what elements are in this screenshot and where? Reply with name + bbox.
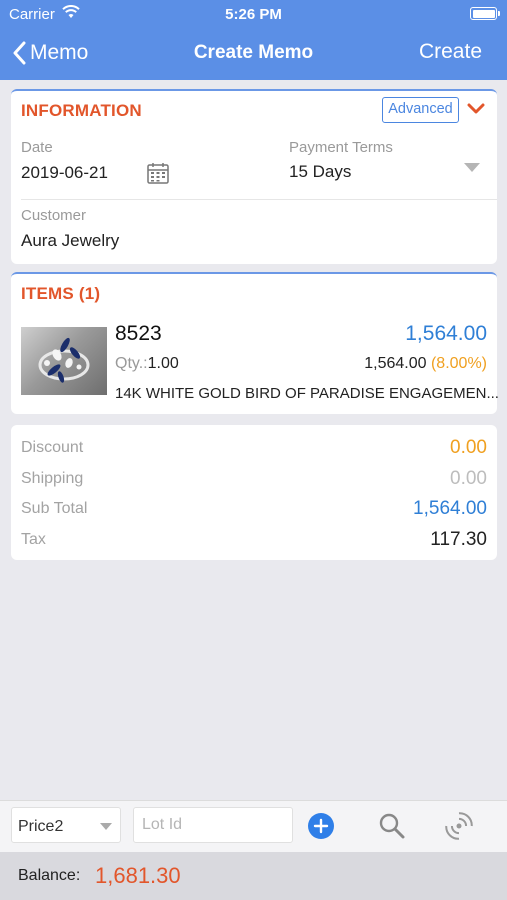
- nav-bar: Memo Create Memo Create: [0, 28, 507, 78]
- item-qty: Qty.:1.00: [115, 355, 179, 373]
- status-bar: Carrier 5:26 PM: [0, 0, 507, 28]
- information-card: INFORMATION Advanced Date 2019-06-21 Pay…: [11, 89, 497, 264]
- information-title: INFORMATION: [21, 101, 142, 120]
- bottom-toolbar: Price2: [0, 800, 507, 852]
- item-unit-price: 1,564.00: [364, 355, 427, 372]
- list-item[interactable]: 8523 1,564.00 Qty.:1.00 1,564.00 (8.00%)…: [11, 314, 499, 414]
- clock: 5:26 PM: [225, 6, 282, 23]
- search-button[interactable]: [377, 811, 407, 841]
- balance-label: Balance:: [18, 867, 81, 884]
- qty-value: 1.00: [147, 355, 179, 372]
- tax-value: 117.30: [430, 529, 487, 550]
- discount-value: 0.00: [450, 437, 487, 458]
- date-label: Date: [21, 139, 53, 156]
- item-price: 1,564.00 (8.00%): [364, 355, 487, 373]
- customer-field[interactable]: Aura Jewelry: [21, 231, 119, 251]
- add-button[interactable]: [306, 811, 336, 841]
- payment-terms-select[interactable]: 15 Days: [289, 162, 351, 182]
- tax-label: Tax: [21, 531, 46, 548]
- dropdown-caret-icon: [100, 823, 112, 830]
- item-total: 1,564.00: [405, 322, 487, 345]
- items-card: ITEMS (1) 8523 1,564.00 Qty.:1.00 1,564.…: [11, 272, 499, 414]
- dropdown-caret-icon[interactable]: [464, 163, 480, 172]
- shipping-value: 0.00: [450, 468, 487, 489]
- subtotal-label: Sub Total: [21, 500, 88, 517]
- date-field[interactable]: 2019-06-21: [21, 163, 108, 183]
- item-percent: (8.00%): [430, 355, 487, 372]
- item-description: 14K WHITE GOLD BIRD OF PARADISE ENGAGEME…: [115, 385, 499, 402]
- create-button[interactable]: Create: [419, 40, 482, 64]
- ring-image: [38, 337, 90, 383]
- rfid-icon: [445, 812, 473, 840]
- price-select[interactable]: Price2: [11, 807, 121, 843]
- battery-icon: [470, 7, 500, 20]
- discount-label: Discount: [21, 439, 84, 456]
- balance-amount: 1,681.30: [95, 863, 181, 888]
- qty-label: Qty.:: [115, 355, 148, 372]
- items-title: ITEMS (1): [21, 284, 101, 303]
- price-select-value: Price2: [18, 818, 64, 835]
- header: Carrier 5:26 PM Memo Create Memo Create: [0, 0, 507, 80]
- shipping-label: Shipping: [21, 470, 84, 487]
- rfid-scan-button[interactable]: [444, 811, 474, 841]
- lot-id-input[interactable]: [133, 807, 293, 843]
- chevron-down-icon[interactable]: [467, 103, 485, 115]
- customer-label: Customer: [21, 207, 87, 224]
- item-sku: 8523: [115, 322, 162, 345]
- item-thumbnail: [21, 327, 107, 395]
- subtotal-value: 1,564.00: [413, 498, 487, 519]
- summary-card: Discount 0.00 Shipping 0.00 Sub Total 1,…: [11, 425, 497, 560]
- balance-bar: Balance: 1,681.30: [0, 852, 507, 900]
- payment-terms-label: Payment Terms: [289, 139, 393, 156]
- calendar-icon[interactable]: [146, 161, 170, 185]
- plus-circle-icon: [308, 813, 334, 839]
- search-icon: [379, 813, 405, 839]
- advanced-button[interactable]: Advanced: [382, 97, 459, 123]
- divider: [21, 199, 497, 200]
